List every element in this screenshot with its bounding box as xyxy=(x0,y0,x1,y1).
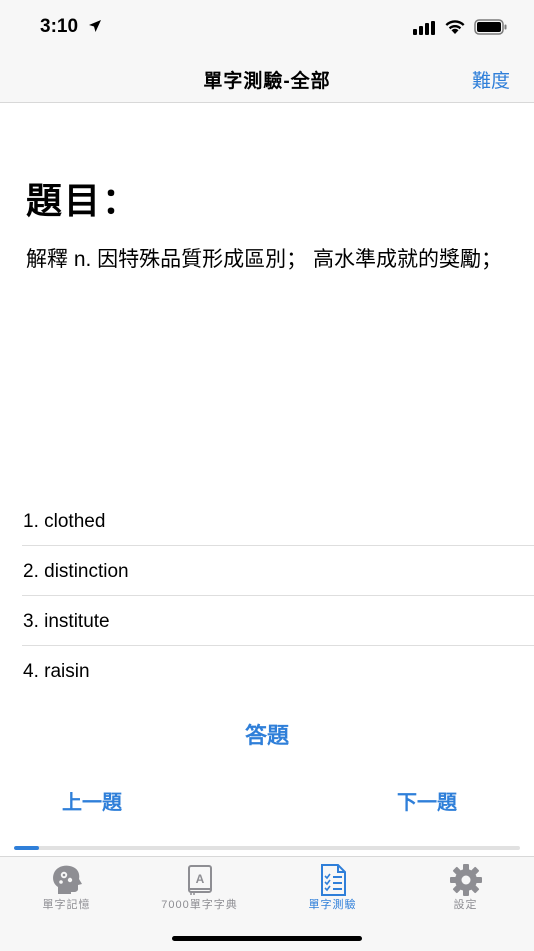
battery-icon xyxy=(474,19,507,35)
tab-label: 7000單字字典 xyxy=(161,899,238,911)
page-title: 單字測驗-全部 xyxy=(203,71,331,92)
cellular-signal-icon xyxy=(413,21,435,35)
answer-button[interactable]: 答題 xyxy=(0,718,534,750)
navigation-bar: 單字測驗-全部 難度 xyxy=(0,56,534,103)
wifi-icon xyxy=(445,20,465,34)
answer-option[interactable]: 3. institute xyxy=(22,596,534,646)
gear-icon xyxy=(449,864,482,896)
brain-head-icon xyxy=(52,865,82,894)
difficulty-button[interactable]: 難度 xyxy=(472,66,510,93)
tab-label: 設定 xyxy=(453,899,478,911)
dictionary-book-icon: A xyxy=(187,865,212,895)
home-indicator xyxy=(172,936,362,941)
location-arrow-icon xyxy=(89,20,101,32)
quiz-progress-fill xyxy=(14,846,40,850)
answer-option[interactable]: 1. clothed xyxy=(22,496,534,546)
answer-options-list: 1. clothed 2. distinction 3. institute 4… xyxy=(22,496,534,696)
question-heading: 題目： xyxy=(26,180,141,221)
answer-option[interactable]: 2. distinction xyxy=(22,546,534,596)
tab-label: 單字測驗 xyxy=(308,899,357,911)
svg-text:A: A xyxy=(195,872,204,886)
tab-settings[interactable]: 設定 xyxy=(399,857,532,917)
status-bar: 3:10 xyxy=(0,0,534,56)
tab-dictionary[interactable]: A 7000單字字典 xyxy=(133,857,266,917)
quiz-checklist-icon xyxy=(320,864,346,896)
quiz-progress-bar xyxy=(14,846,520,850)
previous-question-button[interactable]: 上一題 xyxy=(62,786,122,815)
next-question-button[interactable]: 下一題 xyxy=(397,786,457,815)
tab-label: 單字記憶 xyxy=(42,899,91,911)
answer-option[interactable]: 4. raisin xyxy=(22,646,534,696)
tab-word-memory[interactable]: 單字記憶 xyxy=(0,857,133,917)
tab-word-quiz[interactable]: 單字測驗 xyxy=(266,857,399,917)
question-text: 解釋 n. 因特殊品質形成區別； 高水準成就的獎勵； xyxy=(26,248,503,271)
status-time: 3:10 xyxy=(40,16,79,37)
